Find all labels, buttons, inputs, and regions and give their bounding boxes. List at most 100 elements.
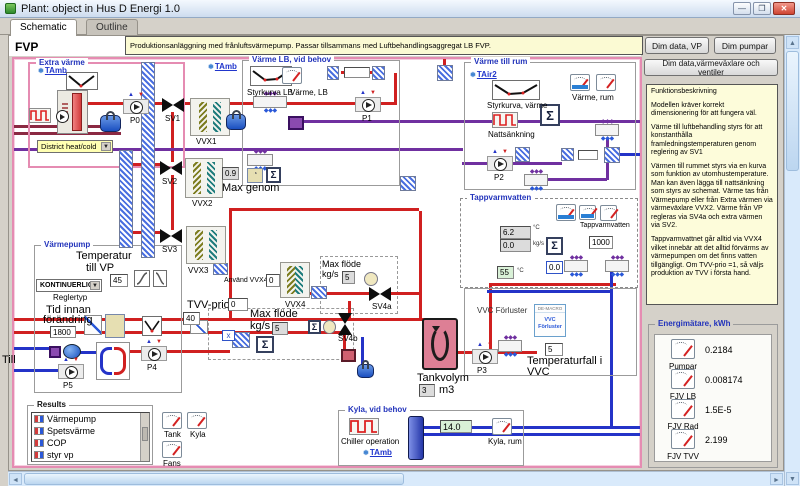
radiator-icon[interactable] — [595, 124, 619, 136]
pump-label: P5 — [63, 381, 73, 390]
red-node[interactable] — [341, 349, 356, 362]
heat-pump[interactable] — [96, 342, 130, 380]
tair2-link[interactable]: ❅TAir2 — [470, 70, 497, 79]
vertical-scrollbar[interactable]: ▲ ▼ — [784, 35, 800, 486]
list-item[interactable]: Spetsvärme — [32, 425, 149, 437]
clock-icon[interactable] — [323, 320, 336, 334]
sum-icon[interactable]: Σ — [308, 320, 321, 334]
tab-outline[interactable]: Outline — [86, 19, 138, 35]
pump-p3[interactable] — [472, 349, 498, 364]
chiller[interactable] — [408, 416, 424, 460]
tamb-link[interactable]: ❅TAmb — [208, 62, 237, 71]
controller-block[interactable] — [105, 314, 125, 338]
buffer-tank[interactable] — [357, 364, 374, 378]
pump-p4[interactable] — [141, 346, 167, 361]
pump-p5[interactable] — [58, 364, 84, 379]
close-icon[interactable]: ✕ — [773, 2, 795, 15]
pump-p2[interactable] — [487, 156, 513, 171]
purple-node[interactable] — [49, 346, 61, 358]
square-wave-icon[interactable] — [349, 418, 379, 435]
list-item[interactable]: Värmepump — [32, 413, 149, 425]
pump-p0[interactable] — [123, 99, 149, 114]
collector-icon[interactable] — [498, 340, 522, 352]
collector-icon[interactable] — [253, 96, 287, 108]
value-field[interactable]: 0.0 — [546, 261, 563, 274]
reglertyp-dropdown[interactable]: KONTINUERLIG▼ — [36, 279, 102, 292]
value-field[interactable]: 3 — [419, 384, 435, 397]
dim-pumpar-button[interactable]: Dim pumpar — [714, 37, 776, 54]
scroll-thumb[interactable] — [786, 51, 799, 171]
styrkurva-varme-icon[interactable] — [492, 80, 540, 100]
curve-icon[interactable] — [153, 270, 167, 287]
value-field[interactable]: 5 — [272, 322, 288, 335]
value-field[interactable]: 1000 — [589, 236, 613, 249]
valve-sv3[interactable] — [160, 229, 182, 243]
radiator-icon[interactable] — [524, 174, 548, 186]
macro-block[interactable]: DE-MACRO VVC Förluster — [534, 304, 566, 337]
dim-data-vp-button[interactable]: Dim data, VP — [645, 37, 709, 54]
value-field[interactable]: 1800 — [50, 326, 76, 338]
chevron-down-icon[interactable]: ▼ — [90, 281, 100, 290]
value-field[interactable]: 0.0 — [500, 239, 531, 252]
storage-tank[interactable] — [422, 318, 458, 370]
chevron-down-icon[interactable]: ▼ — [101, 142, 111, 151]
maximize-icon[interactable]: ❐ — [753, 2, 771, 15]
valve-sv4b[interactable] — [338, 313, 352, 335]
bypass-block[interactable] — [578, 150, 598, 160]
value-field[interactable]: 40 — [183, 312, 200, 325]
list-scrollbar[interactable] — [140, 413, 149, 461]
scroll-up-icon[interactable]: ▲ — [786, 36, 799, 49]
heat-exchanger-vvx2[interactable] — [185, 158, 223, 198]
value-field[interactable]: 5 — [342, 271, 355, 284]
tab-schematic[interactable]: Schematic — [10, 19, 77, 36]
tamb-link[interactable]: ❅TAmb — [363, 448, 392, 457]
value-field[interactable]: 0 — [266, 274, 280, 287]
value-field[interactable]: 55 — [497, 266, 514, 279]
square-wave-icon[interactable] — [29, 108, 51, 123]
tap-icon[interactable] — [605, 260, 629, 272]
value-field[interactable]: 0 — [228, 298, 248, 311]
valve-sv4a[interactable] — [369, 287, 391, 301]
heat-exchanger-vvx3[interactable] — [186, 226, 226, 264]
tamb-link[interactable]: ❅TAmb — [38, 66, 67, 75]
multiplier-icon[interactable]: x — [222, 330, 235, 341]
list-item[interactable]: styr vp — [32, 449, 149, 461]
energy-meter-panel: Pumpar 0.2184 FJV LB 0.008174 FJV Rad 1.… — [654, 334, 772, 462]
dim-vvx-button[interactable]: Dim data,värmeväxlare och ventiler — [644, 59, 778, 76]
scroll-right-icon[interactable]: ► — [770, 473, 783, 485]
scroll-down-icon[interactable]: ▼ — [786, 472, 799, 485]
valve-sv1[interactable] — [162, 98, 184, 112]
square-wave-icon[interactable] — [492, 112, 518, 128]
value-field[interactable]: 45 — [110, 274, 128, 287]
curve-icon[interactable] — [66, 72, 98, 90]
curve-icon[interactable] — [142, 316, 162, 336]
heat-exchanger-vvx4[interactable] — [280, 262, 310, 298]
bypass-block[interactable] — [344, 67, 370, 78]
district-dropdown[interactable]: District heat/cold▼ — [37, 140, 113, 153]
list-item[interactable]: COP — [32, 437, 149, 449]
horizontal-scrollbar[interactable]: ◄ ► — [8, 471, 784, 486]
value-field[interactable]: 0.9 — [222, 167, 239, 180]
controller-block[interactable]: ◔ — [247, 168, 263, 183]
unit-label: kg/s — [533, 241, 544, 247]
clock-icon[interactable] — [364, 272, 378, 286]
scroll-thumb[interactable] — [24, 473, 404, 485]
pump-p1[interactable] — [355, 97, 381, 112]
minimize-icon[interactable]: — — [733, 2, 751, 15]
sum-icon[interactable]: Σ — [266, 167, 281, 183]
value-field[interactable]: 14.0 — [440, 420, 472, 433]
sum-icon[interactable]: Σ — [256, 336, 274, 353]
heat-exchanger-vvx1[interactable] — [190, 98, 230, 136]
collector-icon[interactable] — [247, 154, 273, 166]
results-listbox[interactable]: Värmepump Spetsvärme COP styr vp — [31, 412, 150, 462]
pump-icon[interactable] — [56, 110, 69, 123]
buffer-tank[interactable] — [100, 115, 121, 132]
scroll-left-icon[interactable]: ◄ — [9, 473, 22, 485]
sum-icon[interactable]: Σ — [546, 237, 563, 255]
value-field[interactable]: 6.2 — [500, 226, 531, 239]
curve-icon[interactable] — [134, 270, 150, 287]
tap-icon[interactable] — [564, 260, 588, 272]
valve-sv2[interactable] — [160, 161, 182, 175]
buffer-tank[interactable] — [226, 114, 246, 130]
purple-node[interactable] — [288, 116, 304, 130]
